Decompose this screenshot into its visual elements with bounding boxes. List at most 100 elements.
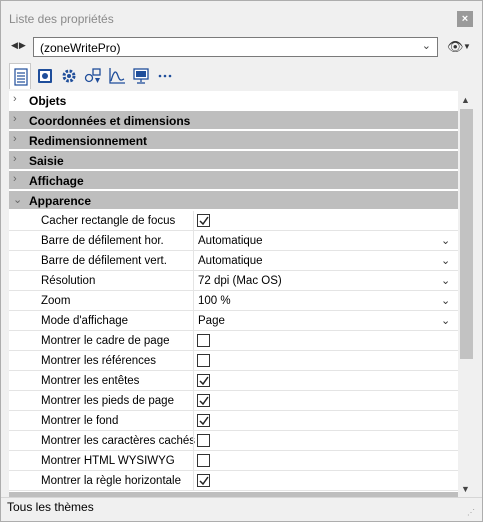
window-title: Liste des propriétés: [9, 12, 114, 26]
chevron-down-icon: ⌄: [13, 194, 23, 206]
property-name: Montrer les entêtes: [41, 375, 140, 387]
property-name: Montrer HTML WYSIWYG: [41, 455, 175, 467]
scroll-up-arrow[interactable]: ▲: [461, 95, 470, 105]
property-checkbox[interactable]: [197, 434, 210, 447]
group-label: Saisie: [29, 154, 64, 168]
property-name: Barre de défilement vert.: [41, 255, 167, 267]
property-list: › Objets › Coordonnées et dimensions › R…: [9, 91, 458, 492]
chevron-down-icon[interactable]: ⌄: [441, 234, 450, 247]
column-divider: [193, 231, 194, 251]
column-divider: [193, 411, 194, 431]
chevron-down-icon[interactable]: ⌄: [441, 274, 450, 287]
property-name: Montrer les pieds de page: [41, 395, 174, 407]
property-checkbox[interactable]: [197, 354, 210, 367]
property-checkbox[interactable]: [197, 374, 210, 387]
property-row: Barre de défilement hor. Automatique ⌄: [9, 231, 458, 251]
column-divider: [193, 451, 194, 471]
eye-menu-chevron[interactable]: ▼: [463, 42, 471, 51]
property-row: Montrer les caractères cachés: [9, 431, 458, 451]
column-divider: [193, 311, 194, 331]
property-row: Montrer la règle horizontale: [9, 471, 458, 491]
chevron-down-icon[interactable]: ⌄: [441, 314, 450, 327]
property-name: Montrer le cadre de page: [41, 335, 170, 347]
property-row: Montrer les pieds de page: [9, 391, 458, 411]
column-divider: [193, 351, 194, 371]
chevron-right-icon: ›: [13, 113, 17, 125]
title-bar: Liste des propriétés ×: [1, 1, 482, 35]
property-name: Résolution: [41, 275, 96, 287]
group-coordonnees[interactable]: › Coordonnées et dimensions: [9, 111, 458, 130]
chevron-down-icon[interactable]: ⌄: [441, 294, 450, 307]
chevron-right-icon: ›: [13, 153, 17, 165]
column-divider: [193, 331, 194, 351]
chevron-right-icon: ›: [13, 133, 17, 145]
column-divider: [193, 431, 194, 451]
footer: Tous les thèmes ⋰: [1, 497, 482, 521]
monitor-icon[interactable]: [130, 63, 152, 87]
column-divider: [193, 211, 194, 231]
group-affichage[interactable]: › Affichage: [9, 171, 458, 190]
property-list-window: Liste des propriétés × ◀▶ (zoneWritePro)…: [0, 0, 483, 522]
property-row: Montrer les entêtes: [9, 371, 458, 391]
property-row: Montrer les références: [9, 351, 458, 371]
property-checkbox[interactable]: [197, 334, 210, 347]
properties-list-icon[interactable]: [9, 63, 31, 89]
property-name: Montrer les caractères cachés: [41, 435, 196, 447]
property-checkbox[interactable]: [197, 474, 210, 487]
property-value[interactable]: Automatique: [198, 235, 263, 247]
property-name: Cacher rectangle de focus: [41, 215, 176, 227]
chart-icon[interactable]: [106, 63, 128, 87]
group-label: Redimensionnement: [29, 134, 148, 148]
gear-icon[interactable]: [58, 63, 80, 87]
resize-grip[interactable]: ⋰: [467, 508, 475, 517]
scroll-down-arrow[interactable]: ▼: [461, 484, 470, 494]
property-name: Barre de défilement hor.: [41, 235, 164, 247]
group-label: Objets: [29, 94, 67, 108]
property-row: Résolution 72 dpi (Mac OS) ⌄: [9, 271, 458, 291]
property-name: Mode d'affichage: [41, 315, 129, 327]
eye-icon[interactable]: 👁: [447, 39, 464, 55]
object-nav-arrows[interactable]: ◀▶: [11, 40, 27, 51]
property-name: Montrer la règle horizontale: [41, 475, 181, 487]
shapes-icon[interactable]: [82, 63, 104, 87]
property-value[interactable]: 100 %: [198, 295, 231, 307]
property-row: Montrer le cadre de page: [9, 331, 458, 351]
property-checkbox[interactable]: [197, 414, 210, 427]
property-value[interactable]: Page: [198, 315, 225, 327]
group-saisie[interactable]: › Saisie: [9, 151, 458, 170]
property-checkbox[interactable]: [197, 454, 210, 467]
column-divider: [193, 251, 194, 271]
property-row: Cacher rectangle de focus: [9, 211, 458, 231]
scroll-thumb[interactable]: [460, 109, 473, 359]
group-objets[interactable]: › Objets: [9, 91, 458, 110]
property-name: Montrer le fond: [41, 415, 119, 427]
group-label: Affichage: [29, 174, 84, 188]
close-button[interactable]: ×: [457, 11, 473, 27]
vertical-scrollbar[interactable]: ▲ ▼: [458, 91, 475, 497]
property-name: Zoom: [41, 295, 71, 307]
group-redimensionnement[interactable]: › Redimensionnement: [9, 131, 458, 150]
property-checkbox[interactable]: [197, 394, 210, 407]
themes-label[interactable]: Tous les thèmes: [7, 500, 94, 514]
property-row: Montrer le fond: [9, 411, 458, 431]
group-label: Coordonnées et dimensions: [29, 114, 191, 128]
object-selector-value: (zoneWritePro): [40, 41, 121, 55]
chevron-right-icon: ›: [13, 173, 17, 185]
property-name: Montrer les références: [41, 355, 157, 367]
property-checkbox[interactable]: [197, 214, 210, 227]
property-value[interactable]: 72 dpi (Mac OS): [198, 275, 282, 287]
chevron-right-icon: ›: [13, 93, 17, 105]
group-label: Apparence: [29, 194, 92, 208]
property-value[interactable]: Automatique: [198, 255, 263, 267]
column-divider: [193, 471, 194, 491]
property-row: Barre de défilement vert. Automatique ⌄: [9, 251, 458, 271]
more-icon[interactable]: [154, 63, 176, 87]
group-apparence[interactable]: ⌄ Apparence: [9, 191, 458, 210]
object-selector[interactable]: (zoneWritePro) ⌄: [33, 37, 438, 57]
chevron-down-icon: ⌄: [421, 40, 431, 52]
property-row: Montrer HTML WYSIWYG: [9, 451, 458, 471]
form-icon[interactable]: [34, 63, 56, 87]
column-divider: [193, 271, 194, 291]
column-divider: [193, 371, 194, 391]
chevron-down-icon[interactable]: ⌄: [441, 254, 450, 267]
